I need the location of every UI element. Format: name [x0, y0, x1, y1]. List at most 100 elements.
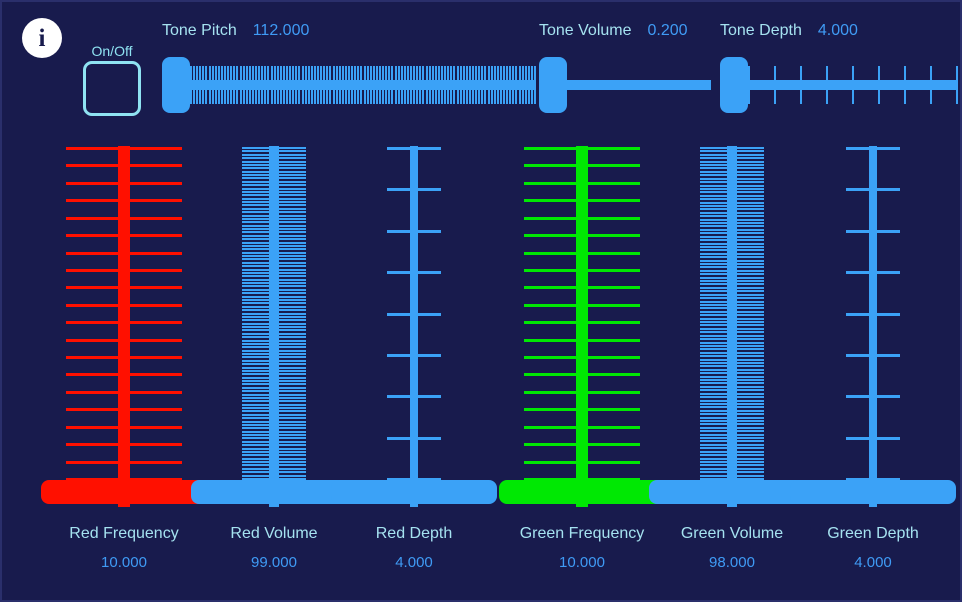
slider-tick: [524, 286, 576, 290]
slider-thumb-green-frequency[interactable]: [499, 480, 665, 504]
slider-tick: [202, 66, 205, 80]
slider-track-tone-volume[interactable]: [539, 57, 717, 113]
slider-tick: [737, 232, 764, 235]
slider-tick: [251, 90, 254, 104]
slider-tick: [434, 90, 437, 104]
slider-tick: [242, 251, 269, 254]
onoff-checkbox[interactable]: [83, 61, 141, 116]
slider-tick: [261, 66, 264, 80]
slider-tick: [700, 447, 727, 450]
slider-tick: [279, 153, 306, 156]
slider-tick: [130, 164, 182, 168]
slider-tick: [737, 474, 764, 477]
slider-tick: [242, 467, 269, 470]
slider-tick: [242, 167, 269, 170]
slider-tick: [279, 302, 306, 305]
slider-tick: [242, 228, 269, 231]
slider-tick: [524, 199, 576, 203]
slider-tick: [242, 163, 269, 166]
slider-tick: [428, 66, 431, 80]
slider-tick: [700, 464, 727, 467]
slider-track-green-depth[interactable]: [788, 142, 958, 507]
slider-tick: [242, 326, 269, 328]
slider-thumb-red-depth[interactable]: [331, 480, 497, 504]
slider-tick: [307, 66, 310, 80]
slider-tick: [737, 293, 764, 296]
info-icon[interactable]: i: [22, 18, 62, 58]
slider-thumb-tone-volume[interactable]: [539, 57, 567, 113]
slider-track-green-frequency[interactable]: [497, 142, 667, 507]
slider-tick: [276, 66, 279, 80]
slider-tick: [700, 232, 727, 235]
slider-track-tone-pitch[interactable]: [162, 57, 542, 113]
slider-tick: [524, 460, 576, 464]
slider-tick: [242, 282, 269, 285]
slider-tick: [279, 336, 306, 339]
slider-tick: [273, 90, 276, 104]
slider-tick: [425, 90, 428, 104]
slider-tick: [387, 353, 410, 357]
slider-tick: [242, 440, 269, 443]
slider-tick: [242, 285, 269, 288]
slider-thumb-red-frequency[interactable]: [41, 480, 207, 504]
slider-tick: [239, 66, 242, 80]
slider-tick: [737, 194, 764, 197]
slider-tick: [242, 363, 269, 366]
slider-tick: [877, 312, 900, 316]
slider-track-tone-depth[interactable]: [720, 57, 962, 113]
slider-tick: [313, 90, 316, 104]
slider-tick: [279, 346, 306, 349]
slider-track-red-depth[interactable]: [329, 142, 499, 507]
slider-tick: [737, 457, 764, 460]
slider-tick: [444, 90, 447, 104]
slider-tick: [301, 66, 304, 80]
slider-red-depth: Red Depth 4.000: [329, 142, 499, 597]
slider-tick: [242, 461, 269, 464]
slider-tick: [270, 66, 273, 80]
slider-tick: [774, 90, 776, 104]
slider-tick: [388, 90, 391, 104]
slider-thumb-tone-depth[interactable]: [720, 57, 748, 113]
slider-tick: [487, 90, 490, 104]
slider-tick: [846, 312, 869, 316]
slider-tick: [425, 66, 428, 80]
slider-tick: [279, 407, 306, 410]
slider-tick: [242, 268, 269, 271]
slider-tick: [509, 66, 512, 80]
slider-tick: [846, 188, 869, 192]
slider-tick: [242, 457, 269, 460]
slider-tick: [431, 90, 434, 104]
slider-tick: [737, 379, 764, 382]
slider-tick: [320, 66, 323, 80]
slider-thumb-tone-pitch[interactable]: [162, 57, 190, 113]
slider-tick: [397, 90, 400, 104]
slider-tick: [700, 283, 727, 286]
slider-track-red-frequency[interactable]: [39, 142, 209, 507]
slider-tick: [130, 373, 182, 377]
slider-tick: [279, 373, 306, 376]
slider-tick: [518, 90, 521, 104]
slider-tick: [242, 66, 245, 80]
slider-tick: [419, 66, 422, 80]
slider-tick: [877, 188, 900, 192]
onoff-label: On/Off: [91, 43, 133, 59]
slider-tick: [242, 275, 269, 278]
slider-tick: [233, 66, 236, 80]
slider-tick: [737, 358, 764, 361]
slider-tick: [737, 310, 764, 313]
slider-tick: [354, 66, 357, 80]
slider-tick: [239, 90, 242, 104]
slider-tick: [737, 317, 764, 320]
slider-tick: [279, 359, 306, 362]
slider-tick: [279, 231, 306, 234]
slider-tick: [279, 167, 306, 170]
slider-tick: [737, 283, 764, 286]
slider-tick: [700, 406, 727, 409]
slider-tick: [391, 66, 394, 80]
slider-tick: [737, 348, 764, 351]
slider-thumb-green-depth[interactable]: [790, 480, 956, 504]
slider-tick: [515, 66, 518, 80]
slider-tick: [588, 268, 640, 272]
slider-tick: [279, 285, 306, 288]
slider-tick: [447, 90, 450, 104]
